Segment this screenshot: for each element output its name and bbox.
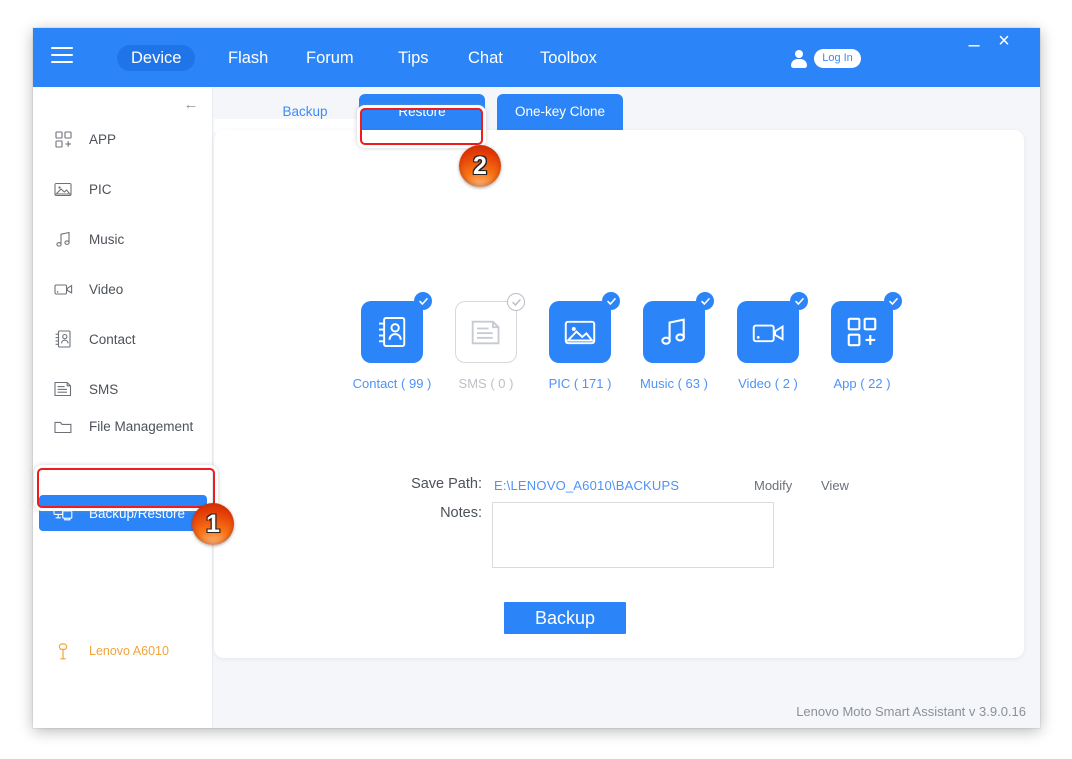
backup-button[interactable]: Backup	[504, 602, 626, 634]
video-camera-icon	[51, 279, 75, 299]
sidebar-item-app[interactable]: APP	[39, 121, 207, 157]
picture-icon	[51, 179, 75, 199]
sidebar: ← APP PIC Music Video Contact SMS File M…	[33, 87, 213, 728]
version-text: Lenovo Moto Smart Assistant v 3.9.0.16	[796, 704, 1026, 719]
category-contact: Contact ( 99 )	[344, 292, 440, 391]
category-tile[interactable]	[643, 292, 714, 363]
application-window: Device Flash Forum Tips Chat Toolbox Log…	[33, 28, 1040, 728]
sidebar-item-label: PIC	[89, 181, 112, 197]
checked-badge-icon[interactable]	[602, 292, 620, 310]
category-label: PIC ( 171 )	[548, 376, 612, 391]
backup-restore-icon	[51, 503, 75, 523]
category-label: Video ( 2 )	[738, 376, 798, 391]
view-path-link[interactable]: View	[821, 478, 849, 493]
checked-badge-icon[interactable]	[790, 292, 808, 310]
tab-strip: Backup Restore One-key Clone	[214, 87, 1040, 133]
tab-backup[interactable]: Backup	[251, 94, 359, 130]
picture-icon	[564, 320, 596, 344]
category-label: Music ( 63 )	[640, 376, 708, 391]
sms-message-icon	[51, 379, 75, 399]
sidebar-item-label: File Management	[89, 418, 194, 434]
sidebar-item-label: Backup/Restore	[89, 505, 186, 521]
nav-item-forum[interactable]: Forum	[292, 45, 368, 71]
sidebar-item-label: APP	[89, 131, 117, 147]
modify-path-link[interactable]: Modify	[754, 478, 792, 493]
sidebar-item-label: Contact	[89, 331, 136, 347]
tab-one-key-clone[interactable]: One-key Clone	[497, 94, 623, 130]
notes-input[interactable]	[492, 502, 774, 568]
app-grid-icon	[847, 317, 877, 347]
category-app: App ( 22 )	[814, 292, 910, 391]
sms-message-icon	[471, 320, 500, 344]
sidebar-item-file-management[interactable]: File Management	[39, 408, 207, 444]
sidebar-item-label: Video	[89, 281, 124, 297]
sidebar-item-pic[interactable]: PIC	[39, 171, 207, 207]
sidebar-item-video[interactable]: Video	[39, 271, 207, 307]
content-area: Backup Restore One-key Clone Contact (9…	[214, 87, 1040, 728]
notes-label: Notes:	[440, 505, 482, 521]
login-button[interactable]: Log In	[814, 49, 861, 68]
category-music: Music ( 63 )	[626, 292, 722, 391]
category-tile[interactable]	[361, 292, 432, 363]
user-account-icon[interactable]	[791, 50, 807, 68]
tab-restore[interactable]: Restore	[359, 94, 485, 130]
category-tile[interactable]	[737, 292, 808, 363]
nav-item-flash[interactable]: Flash	[214, 45, 282, 71]
nav-item-chat[interactable]: Chat	[454, 45, 517, 71]
checked-badge-icon[interactable]	[414, 292, 432, 310]
video-camera-icon	[752, 324, 784, 342]
category-video: Video ( 2 )	[720, 292, 816, 391]
category-pic: PIC ( 171 )	[532, 292, 628, 391]
category-tile[interactable]	[549, 292, 620, 363]
save-path-value[interactable]: E:\LENOVO_A6010\BACKUPS	[494, 478, 679, 493]
category-label: SMS ( 0 )	[458, 376, 514, 391]
sidebar-item-label: SMS	[89, 381, 119, 397]
unchecked-badge-icon[interactable]	[507, 293, 525, 311]
checked-badge-icon[interactable]	[884, 292, 902, 310]
sidebar-item-sms[interactable]: SMS	[39, 371, 207, 407]
folder-icon	[51, 416, 75, 436]
nav-item-tips[interactable]: Tips	[384, 45, 443, 71]
sidebar-item-backup-restore[interactable]: Backup/Restore	[39, 495, 207, 531]
hamburger-menu-icon[interactable]	[51, 47, 73, 67]
save-path-label: Save Path:	[411, 476, 482, 492]
category-tile[interactable]	[831, 292, 902, 363]
usb-device-icon	[51, 642, 75, 660]
title-bar: Device Flash Forum Tips Chat Toolbox Log…	[33, 28, 1040, 87]
category-label: Contact ( 99 )	[352, 376, 432, 391]
backup-panel: Contact ( 99 ) SMS ( 0 ) PIC (171) Mus…	[214, 130, 1024, 658]
close-window-button[interactable]: ×	[993, 31, 1015, 51]
connected-device-row[interactable]: Lenovo A6010	[39, 638, 207, 664]
collapse-sidebar-button[interactable]: ←	[181, 95, 201, 115]
contact-card-icon	[51, 329, 75, 349]
checked-badge-icon[interactable]	[696, 292, 714, 310]
contact-card-icon	[379, 317, 406, 347]
nav-item-device[interactable]: Device	[117, 45, 196, 71]
category-label: App ( 22 )	[833, 376, 891, 391]
category-tile-row: Contact ( 99 ) SMS ( 0 ) PIC (171) Mus…	[214, 130, 1024, 391]
nav-item-toolbox[interactable]: Toolbox	[526, 45, 611, 71]
music-note-icon	[661, 318, 685, 345]
sidebar-item-label: Music	[89, 231, 125, 247]
sidebar-item-contact[interactable]: Contact	[39, 321, 207, 357]
category-sms: SMS ( 0 )	[438, 293, 534, 391]
minimize-window-button[interactable]: –	[963, 35, 985, 55]
sidebar-item-music[interactable]: Music	[39, 221, 207, 257]
app-grid-icon	[51, 129, 75, 149]
category-tile[interactable]	[455, 293, 525, 363]
music-note-icon	[51, 229, 75, 249]
connected-device-label: Lenovo A6010	[89, 644, 169, 658]
